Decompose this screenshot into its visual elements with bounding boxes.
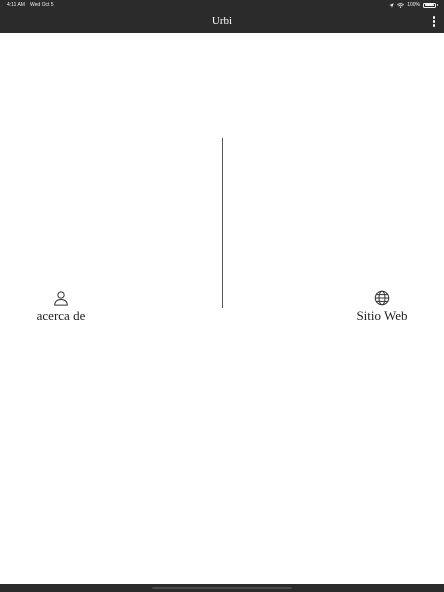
globe-icon: [374, 290, 390, 306]
battery-tip: [437, 3, 438, 7]
vertical-divider: [222, 138, 223, 308]
status-date: Wed Oct 5: [29, 2, 54, 8]
app-title: Urbi: [211, 15, 233, 27]
home-indicator[interactable]: [152, 587, 292, 589]
status-right: 100%: [389, 0, 438, 10]
about-button[interactable]: acerca de: [26, 289, 96, 324]
status-left: 4:11 AM Wed Oct 5: [7, 0, 54, 10]
home-bar: [0, 584, 444, 592]
menu-dot: [432, 20, 436, 23]
battery-percent: 100%: [407, 2, 420, 8]
status-time: 4:11 AM: [7, 2, 25, 8]
website-label: Sitio Web: [356, 308, 408, 323]
location-icon: [389, 2, 394, 8]
more-vert-icon[interactable]: [431, 15, 437, 28]
battery-icon: [423, 2, 436, 8]
about-label: acerca de: [36, 308, 86, 323]
app-bar: Urbi: [0, 10, 444, 33]
menu-dot: [432, 16, 436, 19]
wifi-icon: [397, 2, 405, 8]
menu-dot: [432, 24, 436, 27]
status-bar: 4:11 AM Wed Oct 5 100%: [0, 0, 444, 10]
website-button[interactable]: Sitio Web: [347, 289, 417, 324]
person-icon: [54, 291, 68, 306]
